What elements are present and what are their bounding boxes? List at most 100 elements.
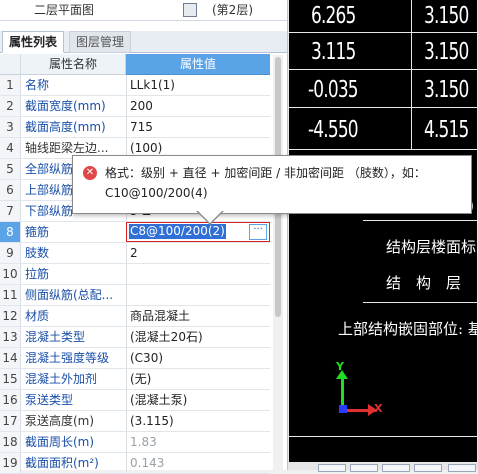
row-number: 4 — [0, 138, 21, 158]
property-value: 0.143 — [126, 453, 270, 473]
tooltip-line2: C10@100/200(4) — [105, 186, 208, 200]
error-icon: ✕ — [83, 166, 97, 180]
property-name: 混凝土外加剂 — [25, 372, 98, 386]
row-number: 1 — [0, 75, 21, 95]
grid-line — [363, 220, 478, 221]
row-number: 14 — [0, 348, 21, 368]
status-button[interactable] — [448, 464, 476, 472]
tab-layer-manager[interactable]: 图层管理 — [69, 31, 132, 53]
property-name: 箍筋 — [25, 225, 50, 239]
property-value[interactable] — [126, 285, 270, 305]
property-value[interactable]: 715 — [126, 117, 270, 137]
status-button[interactable] — [414, 464, 442, 472]
property-value[interactable]: LLk1(1) — [126, 75, 270, 95]
row-number: 15 — [0, 369, 21, 389]
property-name: 肢数 — [25, 246, 50, 260]
status-bar — [288, 462, 478, 472]
cad-viewport[interactable]: 6.265 3.115 -0.035 -4.550 3.150 3.150 3.… — [288, 0, 478, 462]
elevation-value: -4.550 — [308, 117, 359, 143]
property-value[interactable]: 2 — [126, 243, 270, 263]
table-row-selected[interactable]: 8 箍筋 C8@100/200(2) ··· — [0, 222, 270, 243]
property-value[interactable]: (无) — [126, 369, 270, 389]
floor-name[interactable]: 二层平面图 — [34, 1, 94, 18]
property-name: 混凝土强度等级 — [25, 351, 110, 365]
status-button[interactable] — [382, 464, 410, 472]
property-value[interactable]: 200 — [126, 96, 270, 116]
property-value[interactable]: (3.115) — [126, 411, 270, 431]
row-number: 7 — [0, 201, 21, 221]
height-value: 4.515 — [424, 117, 469, 143]
format-tooltip: ✕ 格式：级别 + 直径 + 加密间距 / 非加密间距 （肢数），如： C10@… — [72, 155, 472, 214]
elevation-value: 3.115 — [311, 39, 356, 65]
property-name: 截面面积(m²) — [25, 456, 99, 470]
row-number: 3 — [0, 117, 21, 137]
property-value[interactable] — [126, 264, 270, 284]
grid-line — [288, 149, 478, 150]
table-row[interactable]: 10 拉筋 — [0, 264, 270, 285]
header-value: 属性值 — [126, 54, 270, 75]
height-value: 3.150 — [424, 39, 469, 65]
tab-property-list[interactable]: 属性列表 — [2, 31, 65, 53]
row-number: 8 — [0, 222, 21, 242]
elevation-value: 6.265 — [311, 3, 356, 29]
origin-icon — [339, 405, 347, 413]
status-button[interactable] — [318, 464, 346, 472]
grid-line — [288, 436, 478, 437]
x-axis-label: X — [374, 402, 383, 415]
table-row[interactable]: 12 材质 商品混凝土 — [0, 306, 270, 327]
table-row[interactable]: 16 泵送类型 (混凝土泵) — [0, 390, 270, 411]
row-number: 2 — [0, 96, 21, 116]
property-name: 泵送高度(m) — [25, 414, 95, 428]
table-row[interactable]: 19 截面面积(m²) 0.143 — [0, 453, 270, 474]
grid-line — [363, 302, 478, 303]
vertical-scrollbar[interactable] — [273, 55, 283, 470]
floor-list-strip: 二层平面图 (第2层) — [0, 0, 287, 21]
lock-icon[interactable] — [183, 3, 197, 17]
stirrup-input-text[interactable]: C8@100/200(2) — [129, 224, 226, 239]
x-axis-icon — [343, 409, 371, 412]
more-button[interactable]: ··· — [249, 224, 267, 240]
property-value[interactable]: 商品混凝土 — [126, 306, 270, 326]
tooltip-pointer-fill — [198, 211, 222, 223]
grid-line — [288, 32, 478, 33]
y-axis-label: Y — [336, 360, 344, 373]
property-value[interactable]: (混凝土20石) — [126, 327, 270, 347]
table-row[interactable]: 15 混凝土外加剂 (无) — [0, 369, 270, 390]
row-number: 6 — [0, 180, 21, 200]
property-value[interactable]: (C30) — [126, 348, 270, 368]
cad-title: 结构层楼面标高 — [386, 238, 478, 256]
row-number: 11 — [0, 285, 21, 305]
table-row[interactable]: 18 截面周长(m) 1.83 — [0, 432, 270, 453]
property-value: 1.83 — [126, 432, 270, 452]
property-name: 截面宽度(mm) — [25, 99, 106, 113]
property-value[interactable]: (混凝土泵) — [126, 390, 270, 410]
header-number — [0, 54, 21, 75]
table-row[interactable]: 3 截面高度(mm) 715 — [0, 117, 270, 138]
table-row[interactable]: 14 混凝土强度等级 (C30) — [0, 348, 270, 369]
table-row[interactable]: 17 泵送高度(m) (3.115) — [0, 411, 270, 432]
stirrup-input[interactable]: C8@100/200(2) ··· — [126, 222, 270, 242]
grid-line — [288, 69, 478, 70]
cad-note: 上部结构嵌固部位: 基础顶 — [338, 320, 478, 338]
property-panel: 二层平面图 (第2层) 属性列表 图层管理 属性名称 属性值 1 名称 LLk1… — [0, 0, 288, 474]
property-name: 名称 — [25, 78, 50, 92]
table-row[interactable]: 2 截面宽度(mm) 200 — [0, 96, 270, 117]
table-row[interactable]: 1 名称 LLk1(1) — [0, 75, 270, 96]
grid-line — [411, 0, 412, 150]
row-number: 18 — [0, 432, 21, 452]
row-number: 9 — [0, 243, 21, 263]
grid-line — [288, 107, 478, 108]
row-number: 19 — [0, 453, 21, 473]
property-name: 拉筋 — [25, 267, 50, 281]
property-name: 截面高度(mm) — [25, 120, 106, 134]
row-number: 5 — [0, 159, 21, 179]
height-value: 3.150 — [424, 77, 469, 103]
panel-tabs: 属性列表 图层管理 — [0, 31, 287, 53]
table-row[interactable]: 9 肢数 2 — [0, 243, 270, 264]
status-button[interactable] — [350, 464, 378, 472]
row-number: 10 — [0, 264, 21, 284]
property-name: 混凝土类型 — [25, 330, 86, 344]
table-row[interactable]: 13 混凝土类型 (混凝土20石) — [0, 327, 270, 348]
table-row[interactable]: 11 侧面纵筋(总配... — [0, 285, 270, 306]
tooltip-line1: 格式：级别 + 直径 + 加密间距 / 非加密间距 （肢数），如： — [105, 166, 426, 180]
